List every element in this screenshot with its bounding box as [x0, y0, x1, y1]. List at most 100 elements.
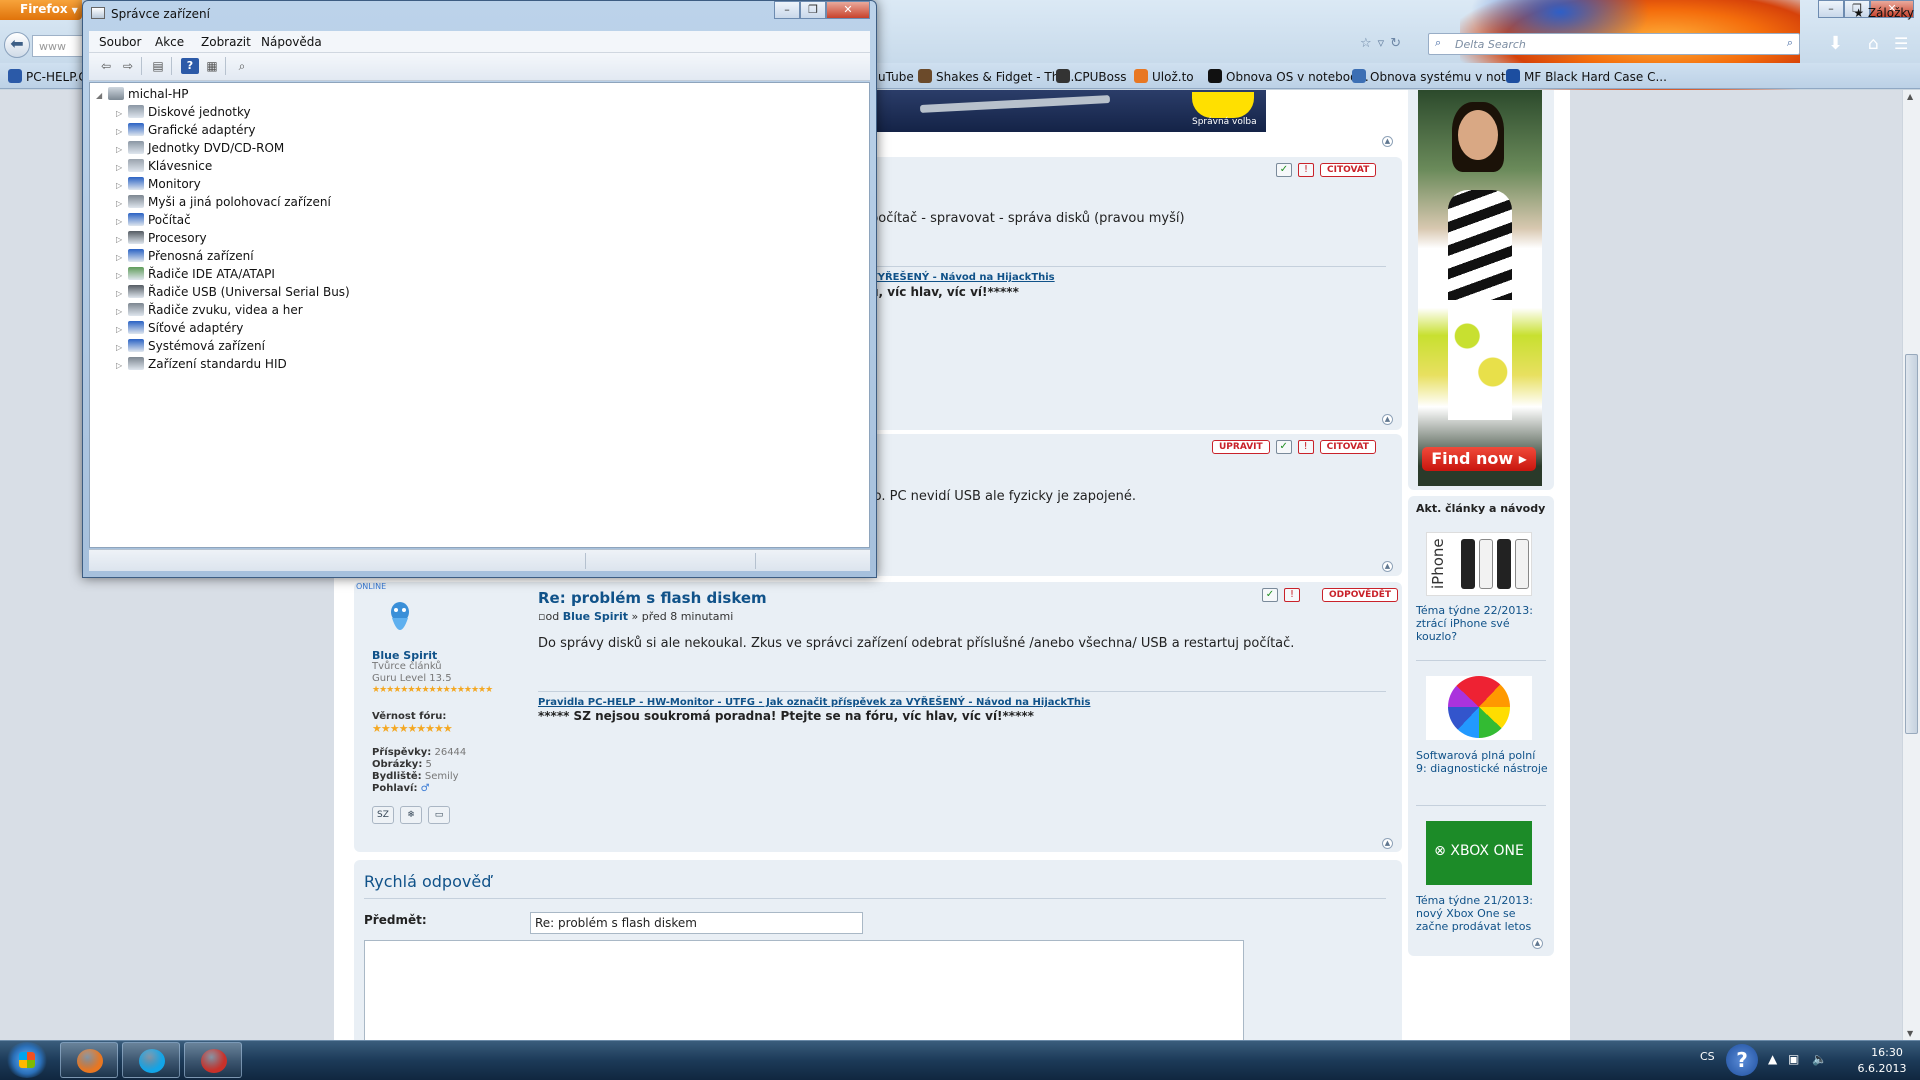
device-category[interactable]: ▷ Monitory	[116, 177, 201, 191]
chevron-down-icon[interactable]: ▿	[1378, 36, 1391, 51]
device-category[interactable]: ▷ Grafické adaptéry	[116, 123, 256, 137]
expand-icon[interactable]: ▷	[116, 361, 128, 370]
menu-help[interactable]: Nápověda	[261, 35, 322, 49]
article-thumbnail[interactable]	[1426, 676, 1532, 740]
article-thumbnail[interactable]: ⊗ XBOX ONE	[1426, 821, 1532, 885]
language-indicator[interactable]: CS	[1700, 1050, 1715, 1063]
taskbar-app-firefox[interactable]	[60, 1042, 118, 1078]
device-category[interactable]: ▷ Počítač	[116, 213, 191, 227]
article-link[interactable]: Téma týdne 22/2013: ztrácí iPhone své ko…	[1416, 604, 1548, 643]
expand-icon[interactable]: ▷	[116, 127, 128, 136]
back-to-top-icon[interactable]: ▲	[1382, 838, 1393, 849]
device-category[interactable]: ▷ Síťové adaptéry	[116, 321, 243, 335]
back-button[interactable]: ⬅	[4, 32, 30, 58]
menu-file[interactable]: Soubor	[99, 35, 141, 49]
search-engine-icon[interactable]: ⌕	[1435, 36, 1441, 50]
sidebar-ad-image[interactable]	[1418, 90, 1542, 486]
checkmark-icon[interactable]: ✓	[1276, 163, 1292, 177]
expand-icon[interactable]: ▷	[116, 271, 128, 280]
star-icon[interactable]: ☆	[1360, 36, 1378, 51]
forward-icon[interactable]: ⇨	[119, 58, 137, 74]
device-category[interactable]: ▷ Řadiče IDE ATA/ATAPI	[116, 267, 275, 281]
bookmark-item[interactable]: CPUBoss	[1056, 69, 1126, 84]
device-category[interactable]: ▷ Přenosná zařízení	[116, 249, 254, 263]
clock-date[interactable]: 6.6.2013	[1850, 1062, 1914, 1075]
device-category[interactable]: ▷ Klávesnice	[116, 159, 212, 173]
back-to-top-icon[interactable]: ▲	[1532, 938, 1543, 949]
checkmark-icon[interactable]: ✓	[1262, 588, 1278, 602]
expand-icon[interactable]: ▷	[116, 307, 128, 316]
device-category[interactable]: ▷ Diskové jednotky	[116, 105, 251, 119]
download-icon[interactable]: ⬇	[1828, 33, 1843, 54]
private-message-icon[interactable]: SZ	[372, 806, 394, 824]
quote-button[interactable]: CITOVAT	[1320, 163, 1377, 177]
expand-icon[interactable]: ▷	[116, 343, 128, 352]
checkmark-icon[interactable]: ✓	[1275, 440, 1292, 454]
menu-view[interactable]: Zobrazit	[201, 35, 251, 49]
help-tray-icon[interactable]: ?	[1726, 1044, 1758, 1076]
bookmarks-menu-button[interactable]: ★ Záložky	[1853, 6, 1914, 20]
website-icon[interactable]: ❄	[400, 806, 422, 824]
bookmark-item[interactable]: Ulož.to	[1134, 69, 1194, 84]
expand-icon[interactable]: ▷	[116, 181, 128, 190]
device-category[interactable]: ▷ Řadiče USB (Universal Serial Bus)	[116, 285, 350, 299]
bookmark-item[interactable]: Obnova OS v noteboo...	[1208, 69, 1369, 84]
ad-banner[interactable]: Správná volba	[870, 90, 1266, 132]
gallery-icon[interactable]: ▭	[428, 806, 450, 824]
home-icon[interactable]: ⌂	[1868, 34, 1879, 54]
expand-icon[interactable]: ▷	[116, 235, 128, 244]
subject-input[interactable]: Re: problém s flash diskem	[530, 912, 863, 934]
bookmark-item[interactable]: MF Black Hard Case C...	[1506, 69, 1667, 84]
show-hidden-icons-icon[interactable]: ▲	[1768, 1052, 1777, 1066]
scroll-up-icon[interactable]: ▲	[1907, 92, 1913, 101]
device-category[interactable]: ▷ Systémová zařízení	[116, 339, 265, 353]
report-icon[interactable]: !	[1284, 588, 1300, 602]
bookmark-item[interactable]: Obnova systému v not...	[1352, 69, 1517, 84]
expand-icon[interactable]: ▷	[116, 325, 128, 334]
signature-links[interactable]: VYŘEŠENÝ - Návod na HijackThis	[870, 272, 1055, 283]
expand-icon[interactable]: ▷	[116, 109, 128, 118]
expand-icon[interactable]: ▷	[116, 145, 128, 154]
menu-icon[interactable]: ☰	[1894, 34, 1908, 53]
find-now-button[interactable]: Find now ▸	[1422, 447, 1536, 471]
reply-button[interactable]: ODPOVĚDĚT	[1322, 588, 1398, 602]
taskbar-app-toolbox[interactable]	[184, 1042, 242, 1078]
scroll-down-icon[interactable]: ▼	[1907, 1029, 1913, 1038]
back-to-top-icon[interactable]: ▲	[1382, 414, 1393, 425]
post-title[interactable]: Re: problém s flash diskem	[538, 589, 767, 607]
search-icon[interactable]: ⌕	[1787, 36, 1793, 50]
back-icon[interactable]: ⇦	[97, 58, 115, 74]
help-icon[interactable]: ?	[181, 58, 199, 74]
article-thumbnail[interactable]: iPhone	[1426, 532, 1532, 596]
expand-icon[interactable]: ▷	[116, 199, 128, 208]
minimize-button[interactable]: –	[1818, 0, 1844, 18]
collapse-icon[interactable]: ◢	[96, 91, 108, 100]
network-icon[interactable]: ▣	[1788, 1052, 1799, 1066]
avatar[interactable]	[382, 598, 418, 642]
signature-links[interactable]: Pravidla PC-HELP - HW-Monitor - UTFG - J…	[538, 697, 1090, 708]
volume-icon[interactable]: 🔈	[1812, 1052, 1827, 1066]
edit-button[interactable]: UPRAVIT	[1212, 440, 1270, 454]
device-category[interactable]: ▷ Jednotky DVD/CD-ROM	[116, 141, 284, 155]
expand-icon[interactable]: ▷	[116, 217, 128, 226]
close-button[interactable]: ✕	[826, 1, 870, 19]
menu-action[interactable]: Akce	[155, 35, 184, 49]
window-titlebar[interactable]: Správce zařízení – ❐ ✕	[83, 1, 876, 25]
page-scrollbar[interactable]: ▲ ▼	[1902, 90, 1920, 1040]
show-hide-tree-icon[interactable]: ▤	[149, 58, 167, 74]
back-to-top-icon[interactable]: ▲	[1382, 561, 1393, 572]
expand-icon[interactable]: ▷	[116, 253, 128, 262]
properties-icon[interactable]: ▦	[203, 58, 221, 74]
minimize-button[interactable]: –	[774, 1, 800, 19]
expand-icon[interactable]: ▷	[116, 163, 128, 172]
firefox-menu-button[interactable]: Firefox ▼	[0, 0, 82, 20]
scan-hardware-icon[interactable]: ⌕	[233, 58, 251, 74]
taskbar-app-skype[interactable]	[122, 1042, 180, 1078]
reload-icon[interactable]: ↻	[1390, 36, 1407, 51]
maximize-button[interactable]: ❐	[800, 1, 826, 19]
device-category[interactable]: ▷ Myši a jiná polohovací zařízení	[116, 195, 331, 209]
bookmark-item[interactable]: PC-HELP.C	[8, 69, 87, 84]
article-link[interactable]: Softwarová plná polní 9: diagnostické ná…	[1416, 749, 1548, 775]
back-to-top-icon[interactable]: ▲	[1382, 136, 1393, 147]
quote-button[interactable]: CITOVAT	[1319, 440, 1376, 454]
